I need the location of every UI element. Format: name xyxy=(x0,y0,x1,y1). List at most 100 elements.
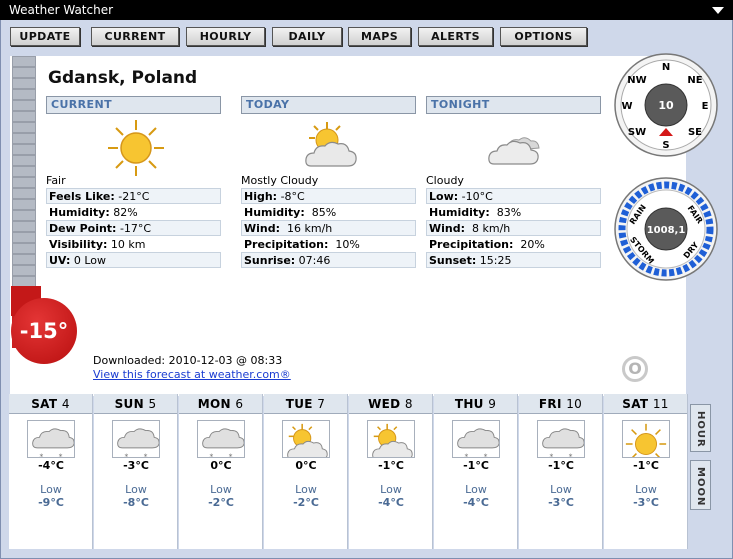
svg-text:*: * xyxy=(569,452,573,458)
thermometer-segment xyxy=(12,254,36,265)
forecast-day-card[interactable]: WED 8 -1°C Low -4°C xyxy=(349,394,433,549)
thermometer-segment xyxy=(12,133,36,144)
current-info-row: Feels Like: -21°C xyxy=(46,188,221,204)
forecast-low-label: Low xyxy=(40,483,62,496)
forecast-day-date: 6 xyxy=(235,397,244,411)
svg-text:*: * xyxy=(229,452,233,458)
barometer-value: 1008,1 xyxy=(647,225,686,236)
forecast-low: -3°C xyxy=(548,496,574,509)
forecast-low-label: Low xyxy=(550,483,572,496)
thermometer-segment xyxy=(12,177,36,188)
snow-icon: * * * xyxy=(27,420,75,458)
svg-text:*: * xyxy=(559,456,563,458)
forecast-day-header: SAT 11 xyxy=(604,394,687,414)
forecast-day-date: 7 xyxy=(317,397,326,411)
svg-text:*: * xyxy=(144,452,148,458)
forecast-day-card[interactable]: SAT 4 * * *-4°C Low-9°C xyxy=(9,394,93,549)
current-info-row: UV: 0 Low xyxy=(46,252,221,268)
compass-label-s: S xyxy=(662,140,669,151)
forecast-low: -9°C xyxy=(38,496,64,509)
today-info-row: Sunrise: 07:46 xyxy=(241,252,416,268)
forecast-day-header: MON 6 xyxy=(179,394,262,414)
thermometer-segment xyxy=(12,78,36,89)
barometer-gauge: RAIN FAIR STORM DRY 1008,1 xyxy=(614,177,718,281)
forecast-day-name: THU xyxy=(454,397,484,411)
thermometer-segment xyxy=(12,232,36,243)
thermometer-segment xyxy=(12,67,36,78)
forecast-day-name: SAT xyxy=(622,397,649,411)
tab-moon[interactable]: MOON xyxy=(690,460,711,510)
current-column: CURRENT Fair Feels Like: -21°C Humidity: … xyxy=(46,96,221,268)
forecast-high: -1°C xyxy=(378,459,404,472)
today-column: TODAY Mostly Cloudy High: -8°C Humidity: … xyxy=(241,96,416,268)
svg-text:*: * xyxy=(484,452,488,458)
window-title: Weather Watcher xyxy=(9,3,114,17)
forecast-low-label: Low xyxy=(210,483,232,496)
update-button[interactable]: UPDATE xyxy=(10,27,80,46)
thermometer-segment xyxy=(12,122,36,133)
maps-button[interactable]: MAPS xyxy=(348,27,411,46)
today-info-label: Wind: xyxy=(244,222,281,235)
current-info-row: Visibility: 10 km xyxy=(46,236,221,252)
today-info-value: 85% xyxy=(304,206,337,219)
forecast-day-header: THU 9 xyxy=(434,394,517,414)
sunny-icon xyxy=(622,420,670,458)
forecast-low-label: Low xyxy=(295,483,317,496)
tonight-info-row: Wind: 8 km/h xyxy=(426,220,601,236)
tonight-info-value: 20% xyxy=(513,238,545,251)
forecast-day-card[interactable]: SAT 11 -1°C Low -3°C xyxy=(604,394,688,549)
cloudy-icon xyxy=(488,137,540,165)
svg-text:*: * xyxy=(219,456,223,458)
forecast-day-header: SAT 4 xyxy=(9,394,92,414)
tonight-info-row: Sunset: 15:25 xyxy=(426,252,601,268)
forecast-day-card[interactable]: MON 6 * * *0°C Low-2°C xyxy=(179,394,263,549)
tonight-header: TONIGHT xyxy=(426,96,601,114)
forecast-day-name: TUE xyxy=(285,397,313,411)
forecast-day-header: SUN 5 xyxy=(94,394,177,414)
thermometer-segment xyxy=(12,89,36,100)
current-info-label: Feels Like: xyxy=(49,190,115,203)
tonight-column: TONIGHT Cloudy Low: -10°C Humidity: 83% Wi… xyxy=(426,96,601,268)
o-button[interactable]: O xyxy=(622,356,648,382)
current-info-row: Humidity: 82% xyxy=(46,204,221,220)
location-title: Gdansk, Poland xyxy=(48,68,198,88)
forecast-day-card[interactable]: SUN 5 * * *-3°C Low-8°C xyxy=(94,394,178,549)
weather-com-link[interactable]: View this forecast at weather.com® xyxy=(93,368,291,381)
alerts-button[interactable]: ALERTS xyxy=(418,27,493,46)
current-button[interactable]: CURRENT xyxy=(91,27,179,46)
tonight-info-row: Humidity: 83% xyxy=(426,204,601,220)
forecast-low: -2°C xyxy=(208,496,234,509)
snow-icon: * * * xyxy=(197,420,245,458)
sun-icon xyxy=(108,120,164,176)
snow-icon: * * * xyxy=(537,420,585,458)
forecast-day-header: TUE 7 xyxy=(264,394,347,414)
compass-label-ne: NE xyxy=(687,75,702,86)
hourly-button[interactable]: HOURLY xyxy=(186,27,265,46)
forecast-day-card[interactable]: TUE 7 0°C Low -2°C xyxy=(264,394,348,549)
thermometer-segment xyxy=(12,100,36,111)
forecast-day-card[interactable]: THU 9 * * *-1°C Low-4°C xyxy=(434,394,518,549)
title-bar: Weather Watcher xyxy=(0,0,733,20)
tab-hour[interactable]: HOUR xyxy=(690,404,711,452)
thermometer-segment xyxy=(12,155,36,166)
today-info-row: Wind: 16 km/h xyxy=(241,220,416,236)
forecast-low-label: Low xyxy=(125,483,147,496)
wind-compass: N NE E SE S SW W NW 10 xyxy=(614,53,718,157)
daily-button[interactable]: DAILY xyxy=(272,27,342,46)
partly-cloudy-icon xyxy=(367,420,415,458)
thermometer-segment xyxy=(12,221,36,232)
forecast-day-header: FRI 10 xyxy=(519,394,602,414)
options-button[interactable]: OPTIONS xyxy=(500,27,587,46)
svg-text:*: * xyxy=(125,452,129,458)
today-info-value: 10% xyxy=(328,238,360,251)
tonight-info-label: Wind: xyxy=(429,222,466,235)
today-info-label: Precipitation: xyxy=(244,238,329,251)
current-info-value: 82% xyxy=(109,206,138,219)
today-info-row: Humidity: 85% xyxy=(241,204,416,220)
tonight-info-value: 15:25 xyxy=(476,254,512,267)
current-header: CURRENT xyxy=(46,96,221,114)
forecast-day-card[interactable]: FRI 10 * * *-1°C Low-3°C xyxy=(519,394,603,549)
tonight-info-value: 8 km/h xyxy=(465,222,511,235)
window-menu-arrow-icon[interactable] xyxy=(712,7,724,14)
forecast-high: -4°C xyxy=(38,459,64,472)
